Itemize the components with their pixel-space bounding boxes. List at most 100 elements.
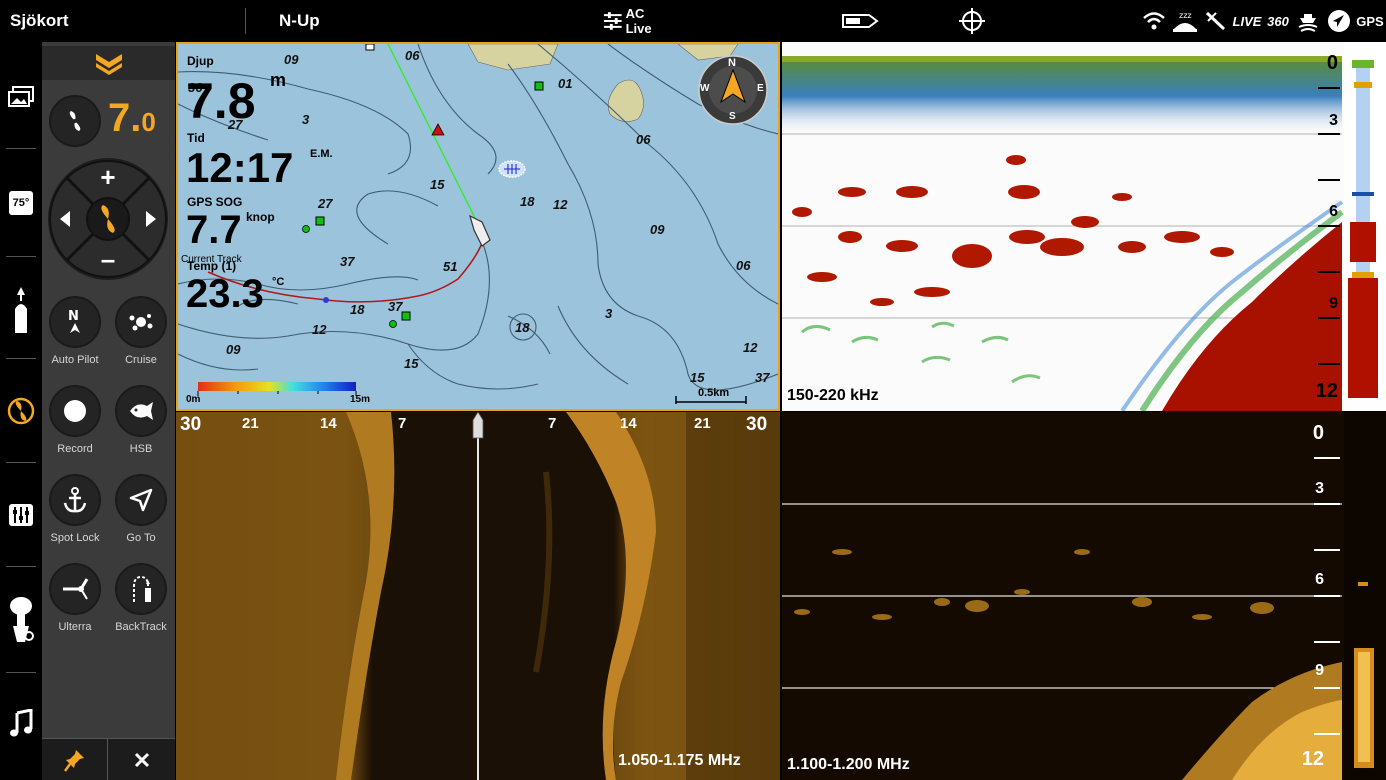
range-tick: 14 <box>320 415 337 432</box>
speed-up-button[interactable]: + <box>93 162 123 192</box>
hsb-button[interactable] <box>115 385 167 437</box>
down-imaging-pane[interactable]: 1.100-1.200 MHz 0 3 6 9 12 <box>782 412 1386 780</box>
ulterra-button[interactable] <box>49 563 101 615</box>
depth-scale-tick: 3 <box>1315 480 1324 497</box>
propeller-mode-button[interactable] <box>49 95 101 147</box>
ulterra-icon <box>63 578 89 600</box>
sonar-frequency-label[interactable]: 150-220 kHz <box>787 387 879 405</box>
depth-sounding: 15 <box>430 177 445 192</box>
360-imaging-indicator: 360 <box>1267 13 1289 29</box>
range-tick: 21 <box>694 415 711 432</box>
rail-divider <box>6 256 36 257</box>
pin-panel-button[interactable] <box>42 739 108 780</box>
gps-status-indicator: GPS <box>1356 13 1384 29</box>
battery-icon[interactable] <box>840 7 880 35</box>
depth-sounding: 12 <box>312 322 327 337</box>
depth-sounding: 09 <box>284 52 299 67</box>
depth-scale-tick: 9 <box>1315 662 1324 679</box>
spot-lock-button[interactable] <box>49 474 101 526</box>
left-navigation-rail: 75° <box>0 42 42 780</box>
depth-label: Djup <box>187 54 214 68</box>
autopilot-control-panel: 7.0 + – N Auto Pilot Cruise Record HSB S… <box>42 42 175 780</box>
2d-sonar-pane[interactable]: 150-220 kHz 0 3 6 9 12 <box>782 42 1386 411</box>
rail-boat-button[interactable] <box>0 282 42 342</box>
music-note-icon <box>10 709 33 737</box>
panel-footer <box>42 738 175 780</box>
compass-east: E <box>757 83 764 94</box>
range-tick: 30 <box>746 414 768 435</box>
compass-south: S <box>729 111 736 122</box>
wifi-icon <box>1140 7 1168 35</box>
down-imaging-frequency-label[interactable]: 1.100-1.200 MHz <box>787 756 910 774</box>
propeller-icon <box>69 111 81 131</box>
depth-scale-tick: 0 <box>1312 422 1324 444</box>
chart-map <box>178 44 778 404</box>
time-suffix: E.M. <box>310 148 333 160</box>
depth-sounding: 06 <box>736 258 751 273</box>
depth-sounding: 37 <box>340 254 355 269</box>
temp-value: 23.3 <box>186 272 264 316</box>
side-imaging-pane[interactable]: 30 21 14 7 7 14 21 30 1.050-1.175 MHz <box>176 412 780 780</box>
depth-sounding: 18 <box>350 302 365 317</box>
rail-divider <box>6 566 36 567</box>
propeller-icon <box>7 397 35 425</box>
backtrack-icon <box>133 575 151 602</box>
steer-left-button[interactable] <box>54 206 78 232</box>
hsb-label: HSB <box>129 443 153 455</box>
orientation-label[interactable]: N-Up <box>279 11 320 31</box>
minn-kota-logo-icon <box>95 54 122 75</box>
ac-live-button[interactable]: AC Live <box>603 6 673 36</box>
depth-sounding: 18 <box>515 320 530 335</box>
speed-setting-display: 7.0 <box>108 96 156 140</box>
backtrack-button[interactable] <box>115 563 167 615</box>
steering-dpad: + – <box>48 158 168 280</box>
rail-temperature-button[interactable]: 75° <box>0 178 42 228</box>
compass-rose[interactable]: N E S W <box>697 54 769 126</box>
depth-sounding: 27 <box>318 196 333 211</box>
steer-right-button[interactable] <box>138 206 162 232</box>
ac-live-label: AC Live <box>625 6 652 36</box>
depth-sounding: 15 <box>404 356 419 371</box>
rail-music-button[interactable] <box>0 698 42 748</box>
rail-divider <box>6 148 36 149</box>
navigation-arrow-icon <box>1325 7 1353 35</box>
depth-sounding: 3 <box>605 306 613 321</box>
time-value: 12:17 <box>186 144 294 191</box>
auto-pilot-label: Auto Pilot <box>51 354 99 366</box>
close-panel-button[interactable] <box>109 739 175 780</box>
cruise-button[interactable] <box>115 296 167 348</box>
rail-views-button[interactable] <box>0 72 42 122</box>
boat-sonar-icon <box>1294 7 1322 35</box>
transducer-icon <box>1203 7 1229 35</box>
crosshair-icon[interactable] <box>958 7 986 35</box>
boat-icon <box>15 287 27 333</box>
rail-trolling-motor-button[interactable] <box>0 590 42 650</box>
rail-settings-button[interactable] <box>0 490 42 540</box>
pin-icon <box>63 750 84 772</box>
range-tick: 14 <box>620 415 637 432</box>
anchor-icon <box>63 487 87 513</box>
depth-sounding: 51 <box>443 259 458 274</box>
auto-pilot-button[interactable]: N <box>49 296 101 348</box>
north-heading-icon: N <box>68 309 80 333</box>
rail-divider <box>6 672 36 673</box>
gps-sog-unit: knop <box>246 210 275 224</box>
rail-autopilot-button[interactable] <box>0 386 42 436</box>
svg-text:N: N <box>68 309 79 324</box>
chart-pane[interactable]: 09 06 01 36 27 3 15 18 12 06 27 09 06 51… <box>176 42 780 411</box>
rail-divider <box>6 462 36 463</box>
compass-west: W <box>700 83 710 94</box>
image-stack-icon <box>8 86 34 107</box>
time-label: Tid <box>187 131 205 145</box>
depth-sounding: 3 <box>302 112 310 127</box>
gps-sog-label: GPS SOG <box>187 195 243 209</box>
range-tick: 7 <box>548 415 557 432</box>
side-imaging-frequency-label[interactable]: 1.050-1.175 MHz <box>618 752 741 770</box>
view-title[interactable]: Sjökort <box>10 11 69 31</box>
depth-sounding: 09 <box>650 222 665 237</box>
go-to-button[interactable] <box>115 474 167 526</box>
record-button[interactable] <box>49 385 101 437</box>
depth-scale-tick: 12 <box>1315 380 1338 402</box>
speed-down-button[interactable]: – <box>93 244 123 274</box>
gps-sog-value: 7.7 <box>186 208 242 252</box>
